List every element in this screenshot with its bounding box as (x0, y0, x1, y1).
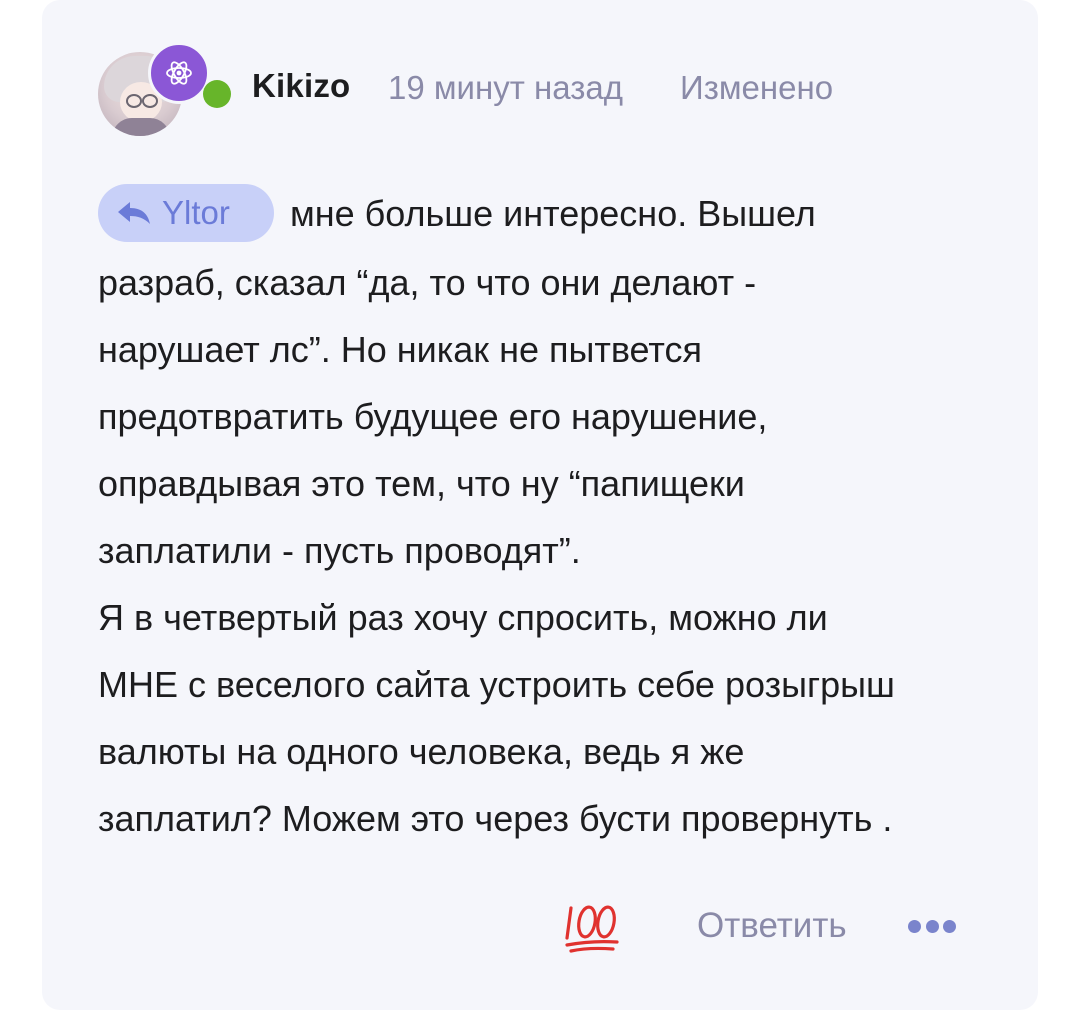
comment-line: разраб, сказал “да, то что они делают - (98, 262, 757, 303)
react-atom-icon (148, 42, 210, 104)
comment-line: предотвратить будущее его нарушение, (98, 396, 768, 437)
edited-label: Изменено (680, 69, 834, 106)
comment-line: мне больше интересно. Вышел (290, 193, 816, 234)
reply-arrow-icon (118, 202, 150, 224)
comment-line: заплатил? Можем это через бусти проверну… (98, 798, 893, 839)
comment-card (42, 0, 1038, 1010)
timestamp[interactable]: 19 минут назад (388, 69, 623, 107)
ellipsis-icon[interactable] (908, 916, 956, 936)
comment-line: валюты на одного человека, ведь я же (98, 731, 745, 772)
reply-button[interactable]: Ответить (697, 906, 847, 946)
comment-line: оправдывая это тем, что ну “папищеки (98, 463, 745, 504)
comment-line: Я в четвертый раз хочу спросить, можно л… (98, 597, 828, 638)
username[interactable]: Kikizo (252, 67, 350, 105)
online-status-indicator (203, 80, 231, 108)
comment-header: Kikizo 19 минут назад Изменено (98, 42, 998, 142)
reply-to-chip[interactable]: Yltor (98, 184, 274, 242)
reply-to-username: Yltor (162, 194, 230, 231)
hundred-points-icon[interactable] (563, 898, 621, 954)
comment-line: нарушает лс”. Но никак не пытвется (98, 329, 702, 370)
comment-line: заплатили - пусть проводят”. (98, 530, 581, 571)
comment-line: МНЕ с веселого сайта устроить себе розыг… (98, 664, 895, 705)
